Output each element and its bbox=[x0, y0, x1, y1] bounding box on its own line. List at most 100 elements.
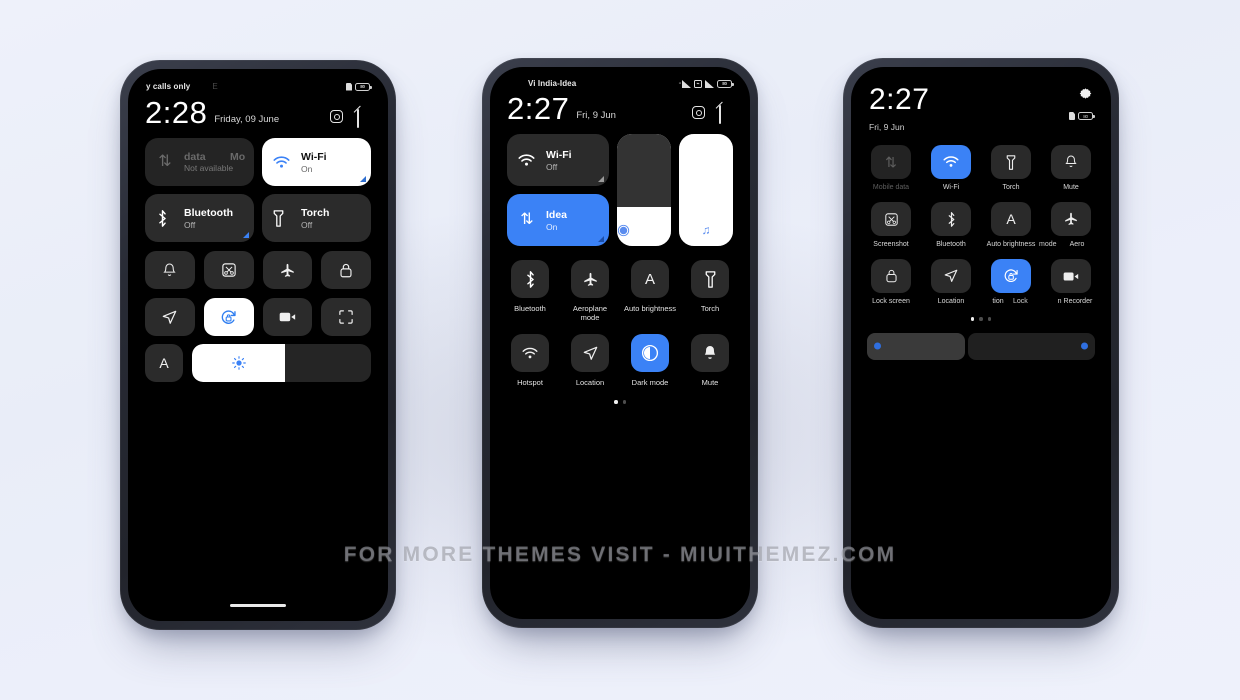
phone-2: Vi India-Idea ·· ⌁ 80 2:27 Fri, 9 Jun Wi… bbox=[482, 58, 758, 628]
carrier-label: y calls only bbox=[146, 82, 191, 91]
volume-slider[interactable]: ♫ bbox=[679, 134, 733, 246]
sim-card-icon bbox=[346, 82, 352, 91]
auto-brightness-button[interactable]: A bbox=[145, 344, 183, 382]
bluetooth-icon bbox=[156, 209, 174, 227]
tile-lock-screen[interactable]: Lock screen bbox=[863, 259, 919, 305]
tile-bluetooth[interactable]: Bluetooth Off bbox=[145, 194, 254, 242]
edit-icon[interactable] bbox=[719, 105, 733, 124]
hexagon-settings-icon[interactable] bbox=[330, 110, 344, 124]
tile-aeroplane-mode[interactable] bbox=[262, 251, 313, 289]
screenshot-icon bbox=[221, 263, 236, 277]
phone-1-screen: y calls only E 80 2:28 Friday, 09 June ⇅… bbox=[128, 69, 388, 621]
bell-icon bbox=[163, 262, 177, 278]
tile-label: Auto brightness bbox=[986, 241, 1036, 248]
tile-location[interactable] bbox=[145, 298, 195, 336]
tile-auto-brightness[interactable]: A Auto brightness bbox=[623, 260, 677, 322]
page-dot[interactable] bbox=[987, 317, 992, 321]
tile-screen-rotation-lock[interactable]: tion Lock bbox=[983, 259, 1039, 305]
brightness-icon bbox=[231, 356, 246, 370]
carrier-label: Vi India-Idea bbox=[528, 79, 577, 88]
volume-slider[interactable] bbox=[968, 332, 1095, 360]
tile-label: Bluetooth bbox=[184, 206, 233, 219]
data-arrows-icon: ⇅ bbox=[520, 211, 534, 228]
page-dot[interactable] bbox=[979, 317, 983, 321]
phone-3-sliders bbox=[867, 332, 1095, 360]
tile-aeroplane-mode[interactable]: Aero bbox=[1043, 202, 1099, 248]
dark-mode-icon bbox=[641, 344, 659, 362]
tile-expand-corner-icon[interactable] bbox=[598, 236, 604, 242]
tile-bluetooth[interactable]: Bluetooth bbox=[503, 260, 557, 322]
brightness-slider[interactable] bbox=[192, 344, 371, 382]
tile-screen-recorder[interactable] bbox=[262, 298, 313, 336]
phone-2-tile-grid: Bluetooth Aeroplane mode A Auto brightne… bbox=[490, 246, 750, 387]
tile-dark-mode[interactable]: Dark mode bbox=[623, 334, 677, 387]
phone-3-header: 2:27 Fri, 9 Jun 80 bbox=[851, 67, 1111, 132]
tile-lock-screen[interactable] bbox=[321, 251, 371, 289]
tile-bluetooth[interactable]: Bluetooth bbox=[923, 202, 979, 248]
signal-dots-icon: ·· bbox=[678, 80, 682, 87]
tile-label: Bluetooth bbox=[936, 241, 966, 248]
tile-location[interactable]: Location bbox=[923, 259, 979, 305]
screenshot-icon bbox=[884, 212, 898, 226]
brightness-slider[interactable] bbox=[867, 332, 966, 360]
clock-time: 2:27 bbox=[869, 83, 930, 116]
tile-torch[interactable]: Torch Off bbox=[262, 194, 371, 242]
phone-3-page-dots bbox=[851, 317, 1111, 321]
tile-label: Torch bbox=[1002, 184, 1020, 191]
location-arrow-icon bbox=[583, 346, 598, 361]
home-indicator bbox=[230, 604, 286, 607]
tile-location[interactable]: Location bbox=[563, 334, 617, 387]
tile-wifi[interactable]: Wi-Fi On bbox=[262, 138, 371, 186]
tile-hotspot[interactable]: Hotspot bbox=[503, 334, 557, 387]
tile-mobile-data[interactable]: ⇅ data Mo Not available bbox=[145, 138, 254, 186]
tile-expand-corner-icon[interactable] bbox=[360, 176, 366, 182]
phone-1-square-tiles bbox=[128, 242, 388, 336]
edit-icon[interactable] bbox=[357, 109, 371, 128]
phone-1-big-tiles: ⇅ data Mo Not available Wi-Fi On Bluetoo… bbox=[128, 128, 388, 242]
airplane-icon bbox=[583, 272, 598, 287]
tile-screenshot[interactable] bbox=[203, 251, 254, 289]
bluetooth-icon bbox=[946, 211, 957, 227]
tile-auto-brightness[interactable]: A Auto brightness mode bbox=[983, 202, 1057, 248]
phone-2-header: 2:27 Fri, 9 Jun bbox=[490, 88, 750, 124]
phone-1-brightness-row: A bbox=[128, 336, 388, 382]
tile-screen-recorder[interactable]: n Recorder bbox=[1043, 259, 1099, 305]
tile-label: Wi-Fi bbox=[546, 148, 572, 161]
tile-label: Mute bbox=[701, 378, 719, 388]
tile-screenshot[interactable]: Screenshot bbox=[863, 202, 919, 248]
tile-label: Torch bbox=[700, 304, 720, 313]
page-dot[interactable] bbox=[622, 400, 626, 404]
bell-icon bbox=[703, 345, 717, 361]
tile-label: Idea bbox=[546, 208, 568, 221]
tile-torch[interactable]: Torch bbox=[983, 145, 1039, 191]
tile-label: Screenshot bbox=[873, 241, 909, 248]
tile-expand-corner-icon[interactable] bbox=[598, 176, 604, 182]
brightness-slider[interactable] bbox=[617, 134, 671, 246]
battery-icon: 80 bbox=[355, 82, 372, 91]
hexagon-settings-icon[interactable] bbox=[692, 106, 706, 120]
tile-label: n Recorder bbox=[1057, 298, 1093, 305]
tile-screen-rotation-lock[interactable] bbox=[203, 298, 254, 336]
battery-icon: 80 bbox=[1078, 112, 1095, 120]
tile-wifi[interactable]: Wi-Fi bbox=[923, 145, 979, 191]
wifi-icon bbox=[273, 155, 291, 169]
page-dot[interactable] bbox=[614, 400, 618, 404]
tile-sublabel: On bbox=[301, 163, 313, 174]
tile-mute[interactable]: Mute bbox=[683, 334, 737, 387]
tile-wifi[interactable]: Wi-Fi Off bbox=[507, 134, 609, 186]
tile-label: Aeroplane mode bbox=[572, 304, 608, 323]
tile-label: Location bbox=[937, 298, 965, 305]
tile-label: tion bbox=[992, 298, 1004, 305]
tile-mobile-data[interactable]: ⇅ Mobile data bbox=[863, 145, 919, 191]
tile-torch[interactable]: Torch bbox=[683, 260, 737, 322]
page-dot[interactable] bbox=[970, 317, 975, 321]
tile-aeroplane-mode[interactable]: Aeroplane mode bbox=[563, 260, 617, 322]
tile-mobile-data-idea[interactable]: ⇅ Idea On bbox=[507, 194, 609, 246]
tile-expand-corner-icon[interactable] bbox=[243, 232, 249, 238]
tile-scan[interactable] bbox=[321, 298, 371, 336]
tile-mute[interactable] bbox=[145, 251, 195, 289]
tile-label-ghost: Lock bbox=[1013, 298, 1028, 305]
tile-mute[interactable]: Mute bbox=[1043, 145, 1099, 191]
clock-date: Friday, 09 June bbox=[214, 114, 280, 125]
gear-icon[interactable] bbox=[1078, 85, 1093, 100]
